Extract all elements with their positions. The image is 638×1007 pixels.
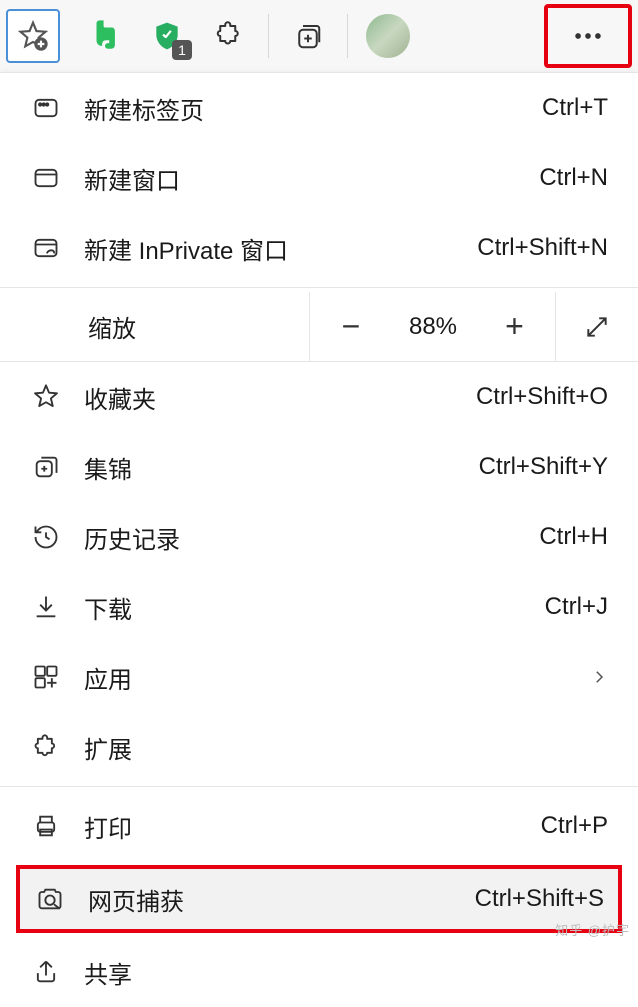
shortcut-text: Ctrl+T: [542, 94, 608, 122]
zoom-in-button[interactable]: +: [474, 292, 556, 361]
menu-label: 共享: [84, 955, 132, 990]
zoom-label: 缩放: [0, 292, 310, 361]
extensions-button[interactable]: [198, 8, 260, 64]
history-icon: [30, 521, 62, 553]
apps-icon: [30, 661, 62, 693]
shortcut-text: Ctrl+Shift+O: [476, 383, 608, 411]
new-window-icon: [30, 162, 62, 194]
shortcut-text: Ctrl+Shift+N: [477, 234, 608, 262]
shortcut-text: Ctrl+P: [541, 812, 608, 840]
browser-toolbar: 1: [0, 0, 638, 72]
camera-icon: [34, 883, 66, 915]
shortcut-text: Ctrl+H: [539, 523, 608, 551]
zoom-out-button[interactable]: −: [310, 292, 392, 361]
zoom-control: 缩放 − 88% +: [0, 292, 638, 362]
menu-label: 集锦: [84, 450, 132, 485]
new-tab-icon: [30, 92, 62, 124]
download-icon: [30, 591, 62, 623]
menu-item-favorites[interactable]: 收藏夹 Ctrl+Shift+O: [0, 362, 638, 432]
shortcut-text: Ctrl+N: [539, 164, 608, 192]
puzzle-icon: [30, 731, 62, 763]
menu-label: 应用: [84, 660, 132, 695]
menu-item-new-window[interactable]: 新建窗口 Ctrl+N: [0, 143, 638, 213]
chevron-right-icon: [590, 668, 608, 686]
toolbar-separator: [347, 14, 348, 58]
menu-label: 网页捕获: [88, 882, 184, 917]
add-favorite-button[interactable]: [6, 9, 60, 63]
shortcut-text: Ctrl+Shift+S: [475, 885, 604, 913]
zoom-value: 88%: [392, 292, 474, 361]
profile-avatar[interactable]: [366, 14, 410, 58]
menu-item-history[interactable]: 历史记录 Ctrl+H: [0, 502, 638, 572]
menu-divider: [0, 786, 638, 787]
menu-item-print[interactable]: 打印 Ctrl+P: [0, 791, 638, 861]
toolbar-separator: [268, 14, 269, 58]
print-icon: [30, 810, 62, 842]
watermark-text: 知乎 @护宇: [555, 920, 630, 939]
fullscreen-button[interactable]: [556, 292, 638, 361]
more-menu-button[interactable]: [544, 4, 632, 68]
menu-item-extensions[interactable]: 扩展: [0, 712, 638, 782]
menu-item-downloads[interactable]: 下载 Ctrl+J: [0, 572, 638, 642]
menu-label: 历史记录: [84, 520, 180, 555]
menu-label: 新建 InPrivate 窗口: [84, 231, 288, 266]
menu-label: 扩展: [84, 730, 132, 765]
inprivate-icon: [30, 232, 62, 264]
menu-item-new-tab[interactable]: 新建标签页 Ctrl+T: [0, 73, 638, 143]
menu-item-share[interactable]: 共享: [0, 937, 638, 1007]
menu-label: 下载: [84, 590, 132, 625]
menu-label: 收藏夹: [84, 380, 156, 415]
collections-toolbar-button[interactable]: [277, 8, 339, 64]
menu-item-apps[interactable]: 应用: [0, 642, 638, 712]
settings-menu: 新建标签页 Ctrl+T 新建窗口 Ctrl+N 新建 InPrivate 窗口…: [0, 72, 638, 1007]
adguard-extension-button[interactable]: 1: [136, 8, 198, 64]
menu-label: 打印: [84, 809, 132, 844]
share-icon: [30, 956, 62, 988]
menu-divider: [0, 287, 638, 288]
shortcut-text: Ctrl+J: [545, 593, 608, 621]
menu-item-inprivate[interactable]: 新建 InPrivate 窗口 Ctrl+Shift+N: [0, 213, 638, 283]
menu-label: 新建窗口: [84, 161, 180, 196]
shortcut-text: Ctrl+Shift+Y: [479, 453, 608, 481]
evernote-extension-button[interactable]: [74, 8, 136, 64]
collections-icon: [30, 451, 62, 483]
star-icon: [30, 381, 62, 413]
menu-item-web-capture[interactable]: 网页捕获 Ctrl+Shift+S: [16, 865, 622, 933]
menu-item-collections[interactable]: 集锦 Ctrl+Shift+Y: [0, 432, 638, 502]
menu-label: 新建标签页: [84, 91, 204, 126]
extension-badge: 1: [172, 40, 192, 60]
